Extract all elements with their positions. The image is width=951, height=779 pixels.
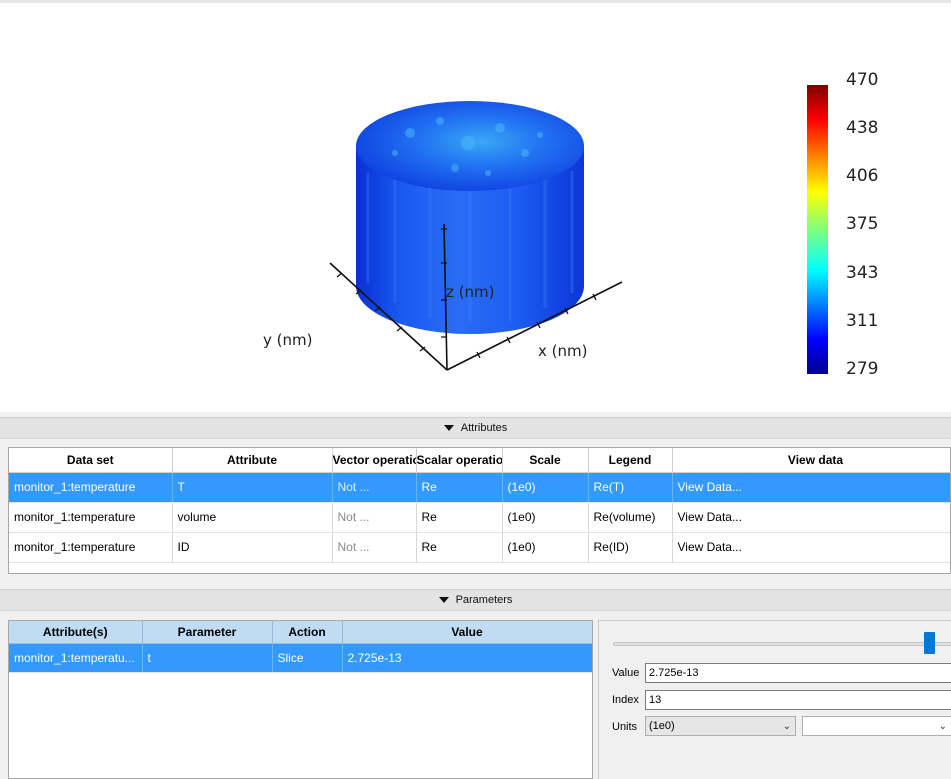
cell-view-data[interactable]: View Data...	[672, 532, 950, 563]
cell-scalar-operation[interactable]: Re	[416, 502, 503, 533]
parameters-table[interactable]: Attribute(s) Parameter Action Value moni…	[8, 620, 593, 779]
colorbar-tick: 438	[846, 118, 879, 138]
column-header-parameter[interactable]: Parameter	[142, 621, 273, 644]
colorbar	[807, 85, 828, 374]
table-header-row: Data set Attribute Vector operation Scal…	[9, 448, 950, 473]
cell-scalar-operation[interactable]: Re	[416, 532, 503, 563]
units-select[interactable]: (1e0) ⌄	[645, 716, 796, 736]
column-header-dataset[interactable]: Data set	[9, 448, 173, 473]
cell-value[interactable]: 2.725e-13	[342, 643, 592, 673]
table-row[interactable]: monitor_1:temperature volume Not ... Re …	[9, 502, 950, 533]
cell-attribute[interactable]: ID	[172, 532, 333, 563]
column-header-scalar-operation[interactable]: Scalar operation	[416, 448, 503, 473]
y-axis-label: y (nm)	[263, 331, 313, 349]
units-label: Units	[612, 721, 638, 733]
cell-vector-operation[interactable]: Not ...	[332, 502, 417, 533]
cell-dataset[interactable]: monitor_1:temperature	[9, 532, 173, 563]
index-label: Index	[612, 694, 639, 706]
cell-scalar-operation[interactable]: Re	[416, 472, 503, 503]
column-header-vector-operation[interactable]: Vector operation	[332, 448, 417, 473]
cell-attributes[interactable]: monitor_1:temperatu...	[9, 643, 143, 673]
parameters-section-title: Parameters	[455, 594, 513, 606]
cell-view-data[interactable]: View Data...	[672, 502, 950, 533]
parameter-slider-track[interactable]	[613, 642, 951, 646]
colorbar-tick: 311	[846, 311, 879, 331]
column-header-value[interactable]: Value	[342, 621, 592, 644]
cell-view-data[interactable]: View Data...	[672, 472, 950, 503]
cell-attribute[interactable]: volume	[172, 502, 333, 533]
colorbar-tick: 406	[846, 166, 879, 186]
cell-scale[interactable]: (1e0)	[502, 532, 589, 563]
cell-legend[interactable]: Re(T)	[588, 472, 673, 503]
units-select-value: (1e0)	[649, 720, 675, 732]
column-header-attribute[interactable]: Attribute	[172, 448, 333, 473]
column-header-action[interactable]: Action	[272, 621, 343, 644]
colorbar-tick: 375	[846, 214, 879, 234]
colorbar-tick: 279	[846, 359, 879, 379]
plot-viewport[interactable]: x (nm) y (nm) z (nm) 470 438 406 375 343…	[0, 0, 951, 412]
cell-parameter[interactable]: t	[142, 643, 273, 673]
cell-action[interactable]: Slice	[272, 643, 343, 673]
table-row[interactable]: monitor_1:temperature T Not ... Re (1e0)…	[9, 472, 950, 503]
units-secondary-select[interactable]: ⌄	[802, 716, 951, 736]
cell-attribute[interactable]: T	[172, 472, 333, 503]
index-field[interactable]: 13	[645, 690, 951, 710]
column-header-attributes[interactable]: Attribute(s)	[9, 621, 143, 644]
value-label: Value	[612, 667, 640, 679]
column-header-view-data[interactable]: View data	[672, 448, 950, 473]
cell-legend[interactable]: Re(ID)	[588, 532, 673, 563]
cell-legend[interactable]: Re(volume)	[588, 502, 673, 533]
cell-scale[interactable]: (1e0)	[502, 502, 589, 533]
parameter-slider-handle[interactable]	[923, 632, 935, 654]
column-header-legend[interactable]: Legend	[588, 448, 673, 473]
colorbar-tick: 343	[846, 263, 879, 283]
attributes-table[interactable]: Data set Attribute Vector operation Scal…	[8, 447, 951, 574]
parameter-controls-panel: Value 2.725e-13 Index 13 Units (1e0) ⌄ ⌄	[598, 620, 951, 779]
cell-scale[interactable]: (1e0)	[502, 472, 589, 503]
attributes-section-toggle[interactable]: Attributes	[0, 417, 951, 439]
x-axis-label: x (nm)	[538, 342, 588, 360]
table-row[interactable]: monitor_1:temperature ID Not ... Re (1e0…	[9, 532, 950, 563]
collapse-triangle-icon	[438, 597, 449, 603]
cell-vector-operation[interactable]: Not ...	[332, 532, 417, 563]
chevron-down-icon: ⌄	[782, 721, 791, 732]
collapse-triangle-icon	[443, 425, 454, 431]
value-field[interactable]: 2.725e-13	[645, 663, 951, 683]
parameters-section-toggle[interactable]: Parameters	[0, 589, 951, 611]
plot-canvas[interactable]	[0, 3, 951, 413]
z-axis-label: z (nm)	[446, 283, 495, 301]
chevron-down-icon: ⌄	[938, 721, 947, 732]
cell-dataset[interactable]: monitor_1:temperature	[9, 502, 173, 533]
colorbar-tick: 470	[846, 70, 879, 90]
table-header-row: Attribute(s) Parameter Action Value	[9, 621, 592, 644]
cell-dataset[interactable]: monitor_1:temperature	[9, 472, 173, 503]
attributes-section-title: Attributes	[460, 422, 508, 434]
cell-vector-operation[interactable]: Not ...	[332, 472, 417, 503]
table-row[interactable]: monitor_1:temperatu... t Slice 2.725e-13	[9, 643, 592, 673]
column-header-scale[interactable]: Scale	[502, 448, 589, 473]
